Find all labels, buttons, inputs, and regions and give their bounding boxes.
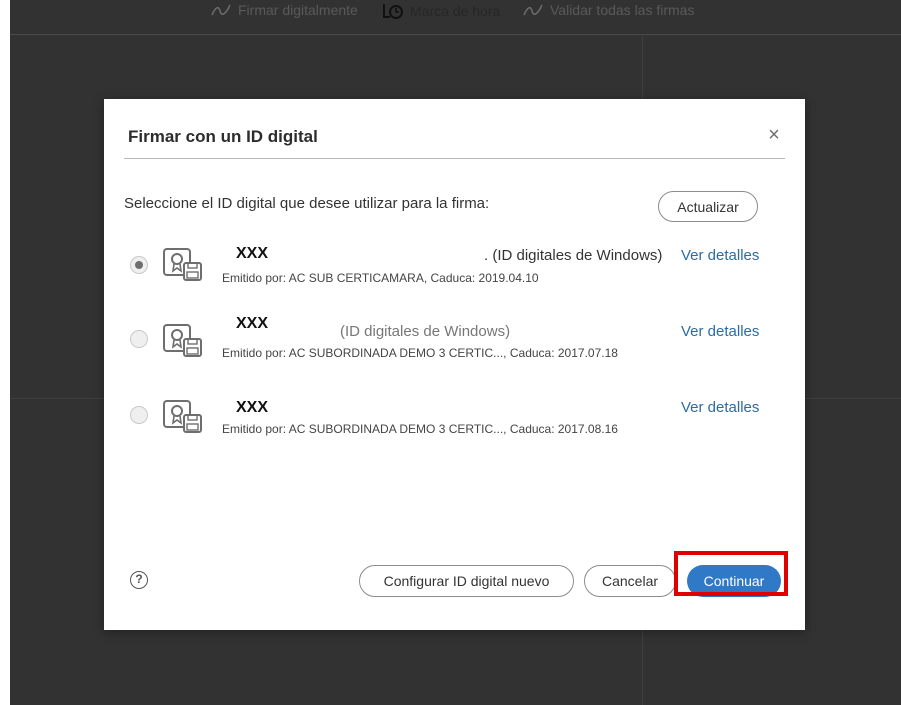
toolbar-timestamp-label: Marca de hora — [410, 3, 501, 19]
view-details-link[interactable]: Ver detalles — [681, 323, 759, 340]
id-issuer-info: Emitido por: AC SUBORDINADA DEMO 3 CERTI… — [222, 422, 618, 436]
digital-id-radio[interactable] — [130, 406, 148, 424]
validate-signature-icon — [523, 4, 543, 16]
cancel-button[interactable]: Cancelar — [584, 565, 676, 597]
digital-id-radio[interactable] — [130, 330, 148, 348]
toolbar: Firmar digitalmente Marca de hora Valida… — [10, 0, 901, 35]
clock-icon — [383, 4, 403, 19]
id-name: XXX — [236, 399, 269, 416]
toolbar-sign-label: Firmar digitalmente — [238, 2, 358, 18]
certificate-icon — [163, 248, 202, 281]
toolbar-timestamp-button[interactable]: Marca de hora — [382, 2, 500, 20]
configure-new-id-button[interactable]: Configurar ID digital nuevo — [359, 565, 574, 597]
dialog-title: Firmar con un ID digital — [128, 127, 318, 146]
continue-button[interactable]: Continuar — [687, 565, 781, 597]
help-icon[interactable]: ? — [130, 571, 148, 589]
id-name: XXX — [236, 245, 269, 262]
id-store-label: (ID digitales de Windows) — [340, 323, 511, 340]
refresh-button[interactable]: Actualizar — [658, 191, 758, 222]
id-issuer-info: Emitido por: AC SUB CERTICAMARA, Caduca:… — [222, 271, 539, 285]
pen-sign-icon — [211, 4, 231, 16]
toolbar-validate-button[interactable]: Validar todas las firmas — [522, 2, 694, 18]
digital-id-radio-selected[interactable] — [130, 256, 148, 274]
toolbar-sign-button[interactable]: Firmar digitalmente — [210, 2, 358, 18]
id-store-label: . (ID digitales de Windows) — [484, 247, 663, 264]
digital-id-row[interactable]: XXX Emitido por: AC SUBORDINADA DEMO 3 C… — [104, 391, 805, 451]
view-details-link[interactable]: Ver detalles — [681, 399, 759, 416]
id-issuer-info: Emitido por: AC SUBORDINADA DEMO 3 CERTI… — [222, 346, 618, 360]
select-id-prompt: Seleccione el ID digital que desee utili… — [124, 195, 490, 212]
sign-with-digital-id-dialog: Firmar con un ID digital × Seleccione el… — [104, 99, 805, 630]
digital-id-row[interactable]: XXX (ID digitales de Windows) Emitido po… — [104, 313, 805, 375]
certificate-icon — [163, 400, 202, 433]
title-divider — [124, 158, 785, 159]
close-icon[interactable]: × — [764, 125, 784, 145]
toolbar-validate-label: Validar todas las firmas — [550, 2, 695, 18]
view-details-link[interactable]: Ver detalles — [681, 247, 759, 264]
certificate-icon — [163, 324, 202, 357]
id-name: XXX — [236, 315, 269, 332]
digital-id-row[interactable]: XXX . (ID digitales de Windows) Emitido … — [104, 239, 805, 299]
